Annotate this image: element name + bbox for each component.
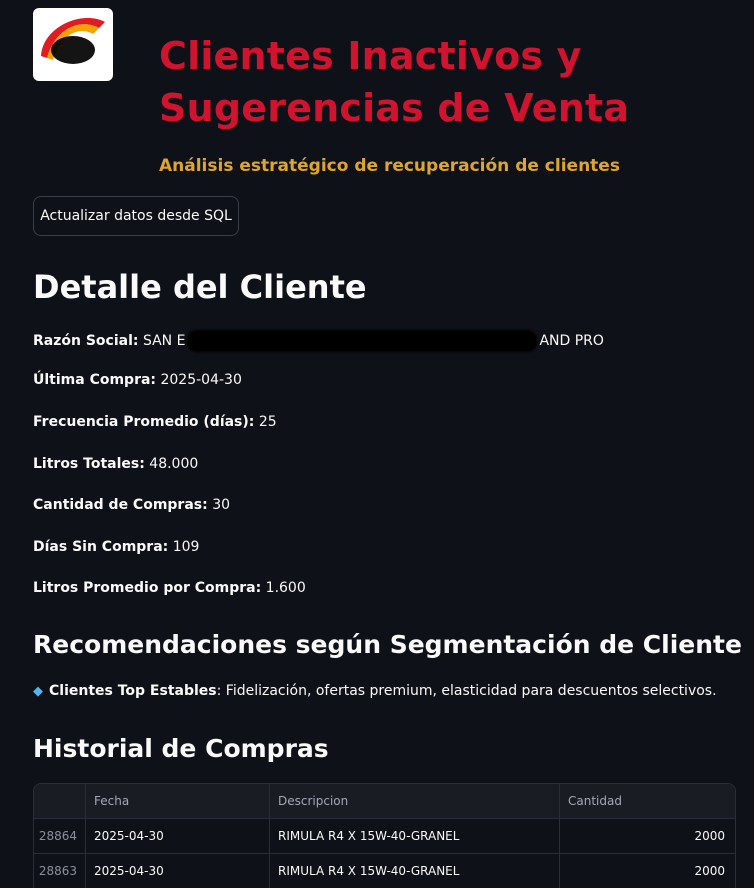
column-header-descripcion[interactable]: Descripcion — [270, 784, 560, 818]
field-label: Cantidad de Compras: — [33, 497, 208, 513]
field-value: 48.000 — [149, 456, 199, 472]
company-logo — [33, 8, 113, 81]
app-page: Clientes Inactivos y Sugerencias de Vent… — [0, 0, 754, 888]
refresh-sql-button[interactable]: Actualizar datos desde SQL — [33, 196, 239, 236]
cell-cantidad[interactable]: 2000 — [560, 854, 733, 888]
table-row[interactable]: 28863 2025-04-30 RIMULA R4 X 15W-40-GRAN… — [34, 854, 735, 888]
history-heading: Historial de Compras — [33, 734, 329, 763]
field-ultima-compra: Última Compra: 2025-04-30 — [33, 372, 242, 388]
recommendations-heading: Recomendaciones según Segmentación de Cl… — [33, 630, 742, 659]
page-title-line-1: Clientes Inactivos y — [159, 34, 582, 78]
column-header-fecha[interactable]: Fecha — [86, 784, 270, 818]
cell-fecha[interactable]: 2025-04-30 — [86, 854, 270, 888]
field-frecuencia: Frecuencia Promedio (días): 25 — [33, 414, 277, 430]
field-value: 25 — [258, 414, 277, 430]
field-value: 1.600 — [265, 580, 306, 596]
cell-descripcion[interactable]: RIMULA R4 X 15W-40-GRANEL — [270, 854, 560, 888]
table-header-row: Fecha Descripcion Cantidad — [34, 784, 735, 819]
field-value-end: AND PRO — [539, 333, 604, 349]
row-index: 28864 — [34, 819, 86, 853]
gem-icon: ◆ — [33, 684, 43, 699]
field-label: Frecuencia Promedio (días): — [33, 414, 255, 430]
recommendation-item: ◆ Clientes Top Estables: Fidelización, of… — [33, 683, 717, 699]
field-value: 109 — [172, 539, 200, 555]
field-value-start: SAN E — [142, 333, 186, 349]
page-title: Clientes Inactivos y Sugerencias de Vent… — [159, 30, 739, 134]
cell-fecha[interactable]: 2025-04-30 — [86, 819, 270, 853]
client-detail-heading: Detalle del Cliente — [33, 268, 367, 306]
field-value: 30 — [212, 497, 231, 513]
field-label: Días Sin Compra: — [33, 539, 169, 555]
page-title-line-2: Sugerencias de Venta — [159, 86, 630, 130]
field-label: Litros Totales: — [33, 456, 145, 472]
field-dias-sin-compra: Días Sin Compra: 109 — [33, 539, 199, 555]
field-cantidad-compras: Cantidad de Compras: 30 — [33, 497, 230, 513]
segment-text: : Fidelización, ofertas premium, elastic… — [216, 683, 717, 699]
table-row[interactable]: 28864 2025-04-30 RIMULA R4 X 15W-40-GRAN… — [34, 819, 735, 854]
field-label: Razón Social: — [33, 333, 139, 349]
field-label: Última Compra: — [33, 372, 157, 388]
row-index: 28863 — [34, 854, 86, 888]
purchase-history-table[interactable]: Fecha Descripcion Cantidad 28864 2025-04… — [33, 783, 736, 888]
field-litros-totales: Litros Totales: 48.000 — [33, 456, 198, 472]
column-header-cantidad[interactable]: Cantidad — [560, 784, 733, 818]
field-label: Litros Promedio por Compra: — [33, 580, 262, 596]
field-value: 2025-04-30 — [160, 372, 242, 388]
field-litros-promedio: Litros Promedio por Compra: 1.600 — [33, 580, 306, 596]
segment-label: Clientes Top Estables — [49, 683, 217, 699]
column-header-index[interactable] — [34, 784, 86, 818]
page-subtitle: Análisis estratégico de recuperación de … — [159, 156, 620, 176]
cell-descripcion[interactable]: RIMULA R4 X 15W-40-GRANEL — [270, 819, 560, 853]
field-razon-social: Razón Social: SAN E AND PRO — [33, 330, 604, 352]
logo-emblem-icon — [41, 17, 105, 64]
cell-cantidad[interactable]: 2000 — [560, 819, 733, 853]
redaction-mark — [187, 330, 538, 352]
